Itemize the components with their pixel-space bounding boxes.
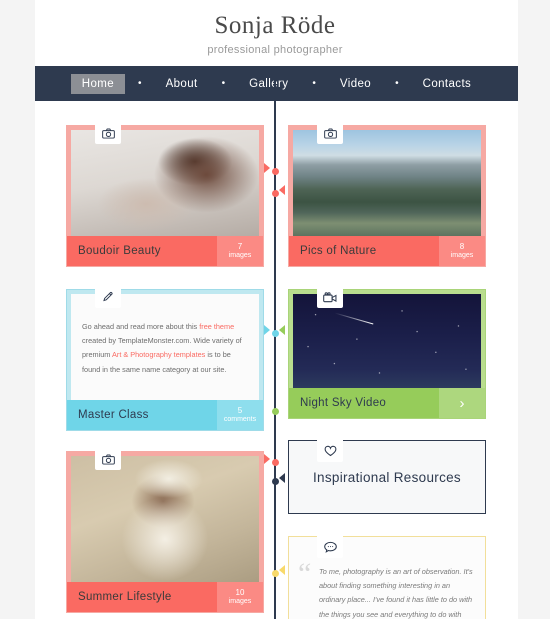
card-inspirational-resources[interactable]: Inspirational Resources <box>288 440 486 514</box>
card-footer: Master Class 5 comments <box>67 400 263 430</box>
timeline-column-left: Boudoir Beauty 7 images Go ahead and rea… <box>66 122 264 619</box>
card-quote[interactable]: “ To me, photography is an art of observ… <box>288 536 486 619</box>
templates-link[interactable]: Art & Photography templates <box>112 350 205 359</box>
card-badge: 5 comments <box>217 400 263 430</box>
card-title: Night Sky Video <box>300 397 387 409</box>
timeline-dot <box>271 168 279 175</box>
nav-separator: • <box>221 77 226 89</box>
timeline-arrow-left <box>264 163 270 173</box>
pencil-icon <box>95 286 121 308</box>
badge-label: images <box>228 597 252 605</box>
site-header: Sonja Röde professional photographer <box>0 0 550 65</box>
card-night-sky-video[interactable]: Night Sky Video › <box>288 286 486 419</box>
card-title: Master Class <box>78 409 149 421</box>
nav-item-home[interactable]: Home <box>70 73 126 94</box>
badge-label: images <box>450 251 474 259</box>
timeline-arrow-right <box>279 473 285 483</box>
camera-icon <box>95 122 121 144</box>
timeline-dot <box>271 190 279 197</box>
card-master-class[interactable]: Go ahead and read more about this free t… <box>66 286 264 431</box>
main-navigation: Home • About • Gallery • Video • Contact… <box>35 66 518 101</box>
card-footer: Pics of Nature 8 images <box>289 236 485 266</box>
nav-item-video[interactable]: Video <box>329 74 382 94</box>
timeline-arrow-right <box>279 565 285 575</box>
page-title: Sonja Röde <box>214 12 336 39</box>
card-image <box>67 452 263 582</box>
site-tagline: professional photographer <box>207 44 343 57</box>
badge-count: 7 <box>237 241 243 251</box>
nav-item-about[interactable]: About <box>155 74 209 94</box>
timeline-arrow-right <box>279 325 285 335</box>
quote-text: To me, photography is an art of observat… <box>319 567 473 619</box>
badge-label: images <box>228 251 252 259</box>
quote-mark-icon: “ <box>298 557 312 590</box>
card-summer-lifestyle[interactable]: Summer Lifestyle 10 images <box>66 448 264 613</box>
card-badge: 10 images <box>217 582 263 612</box>
card-footer: Summer Lifestyle 10 images <box>67 582 263 612</box>
camera-icon <box>317 122 343 144</box>
nav-separator: • <box>395 77 399 89</box>
badge-count: 5 <box>237 405 243 415</box>
card-title: Boudoir Beauty <box>78 245 161 257</box>
timeline-dot <box>271 330 279 337</box>
timeline-arrow-left <box>264 325 270 335</box>
card-footer: Night Sky Video › <box>289 388 485 418</box>
card-footer: Boudoir Beauty 7 images <box>67 236 263 266</box>
card-badge: 8 images <box>439 236 485 266</box>
photo-night-sky <box>293 294 481 388</box>
timeline-dot <box>271 459 279 466</box>
card-title: Summer Lifestyle <box>78 591 172 603</box>
nav-separator: • <box>312 77 316 89</box>
free-theme-link[interactable]: free theme <box>199 322 234 331</box>
heart-icon <box>317 440 343 462</box>
photo-nature <box>293 130 481 236</box>
photo-summer <box>71 456 259 582</box>
body-text-part1: Go ahead and read more about this <box>82 322 200 331</box>
photo-boudoir <box>71 130 259 236</box>
badge-count: 8 <box>459 241 465 251</box>
card-title: Pics of Nature <box>300 245 377 257</box>
video-camera-icon <box>317 286 343 308</box>
timeline-column-right: Pics of Nature 8 images Night Sky Video … <box>288 122 486 619</box>
timeline-dot <box>271 570 279 577</box>
timeline-axis <box>274 66 276 619</box>
card-badge: 7 images <box>217 236 263 266</box>
badge-count: 10 <box>235 587 245 597</box>
nav-item-contacts[interactable]: Contacts <box>412 74 483 94</box>
badge-label: comments <box>223 415 257 423</box>
camera-icon <box>95 448 121 470</box>
nav-item-gallery[interactable]: Gallery <box>238 74 299 94</box>
nav-separator: • <box>138 77 142 89</box>
card-boudoir-beauty[interactable]: Boudoir Beauty 7 images <box>66 122 264 267</box>
timeline-dot <box>271 478 279 485</box>
timeline-arrow-left <box>264 454 270 464</box>
page-root: Sonja Röde professional photographer Hom… <box>0 0 550 619</box>
timeline-dot <box>271 408 279 415</box>
timeline-arrow-right <box>279 185 285 195</box>
card-title: Inspirational Resources <box>313 469 461 485</box>
card-pics-of-nature[interactable]: Pics of Nature 8 images <box>288 122 486 267</box>
chevron-right-icon[interactable]: › <box>439 388 485 418</box>
chat-bubble-icon <box>317 536 343 558</box>
